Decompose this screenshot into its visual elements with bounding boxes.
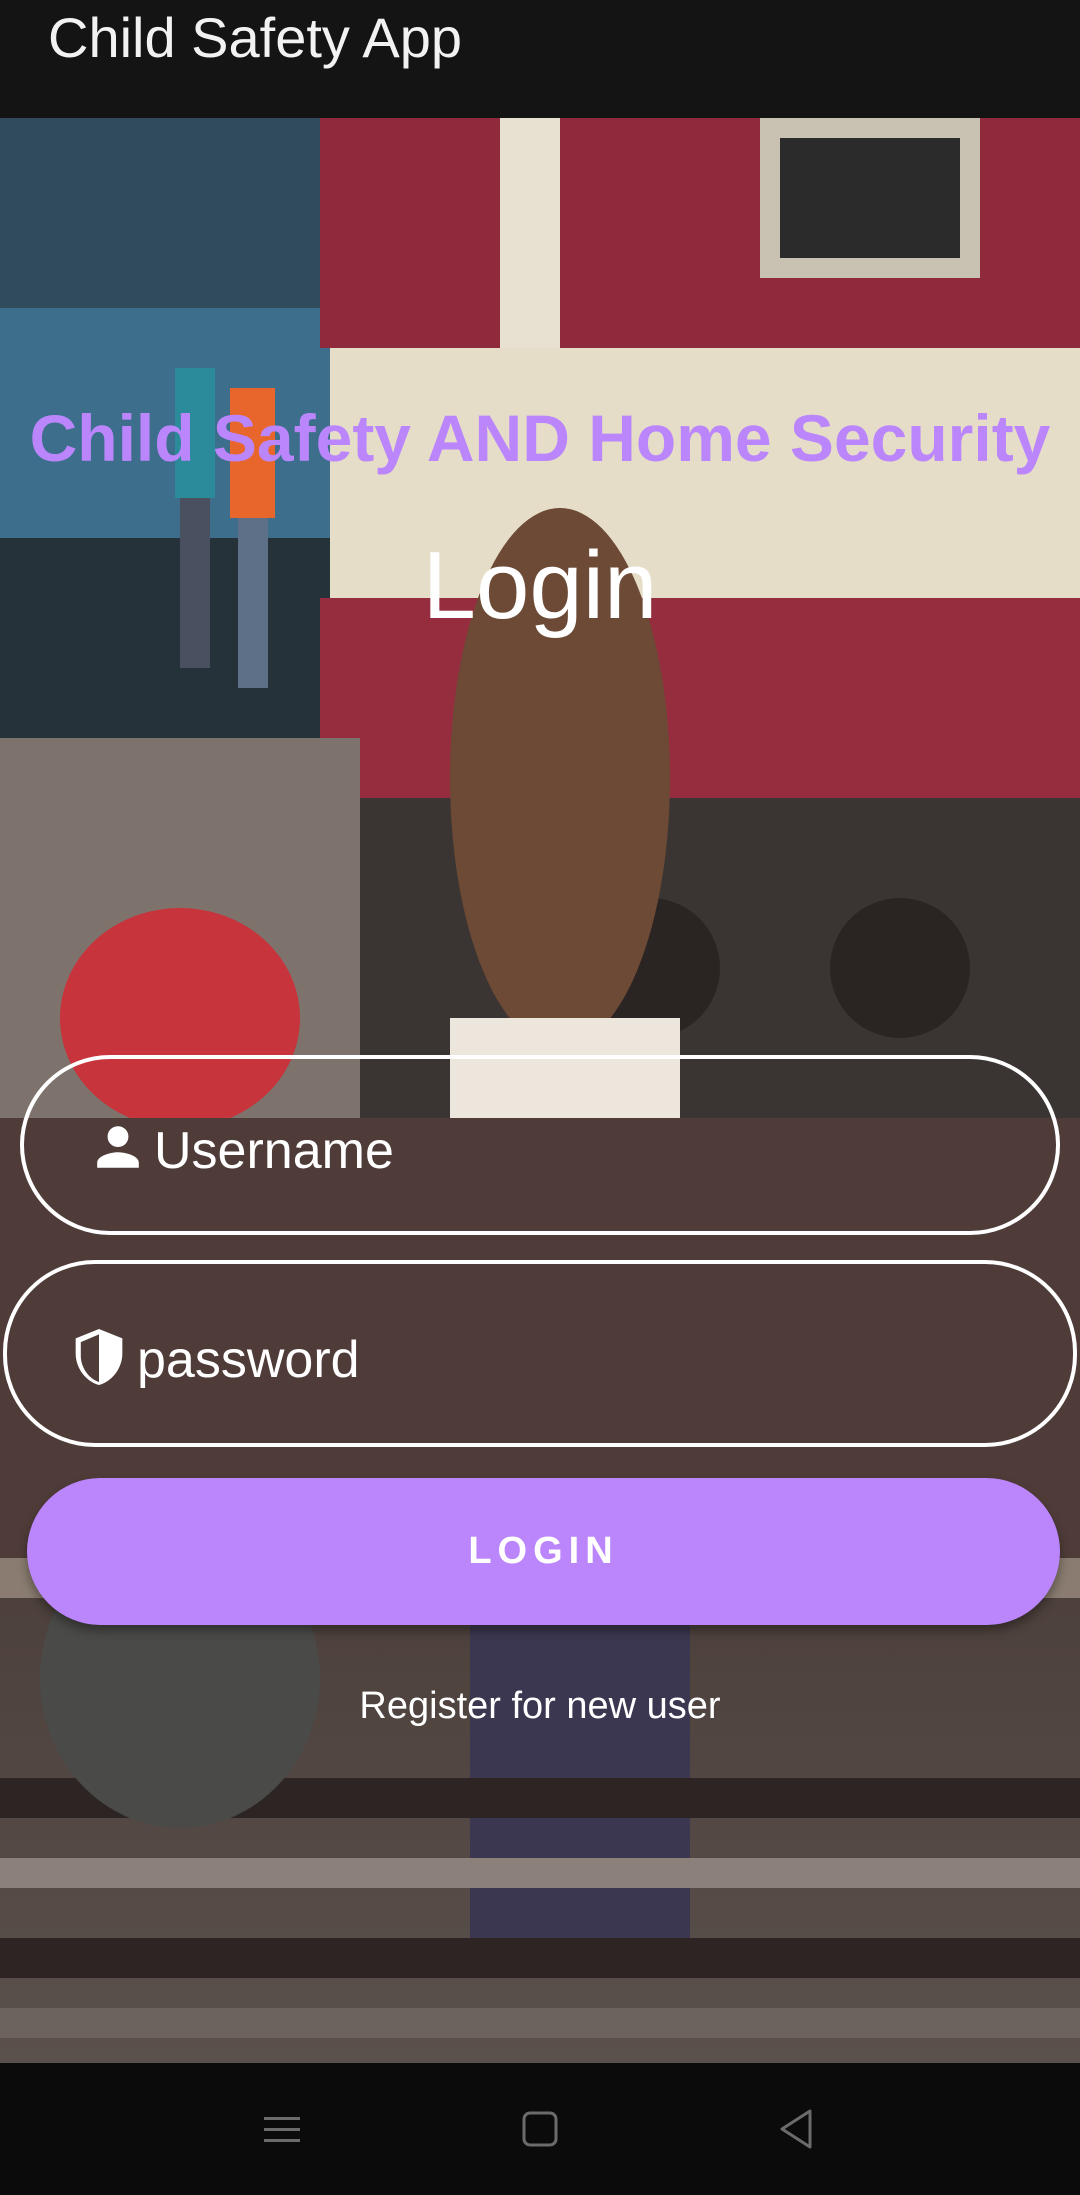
login-title: Login <box>422 532 658 639</box>
username-field[interactable]: Username <box>20 1055 1060 1235</box>
menu-icon[interactable] <box>262 2103 302 2160</box>
home-icon[interactable] <box>520 2103 560 2160</box>
app-bar: Child Safety App <box>0 0 1080 118</box>
login-button[interactable]: LOGIN <box>27 1478 1060 1625</box>
navigation-bar <box>0 2063 1080 2195</box>
back-icon[interactable] <box>776 2103 816 2160</box>
password-field[interactable]: password <box>3 1260 1077 1447</box>
headline: Child Safety AND Home Security <box>29 401 1051 475</box>
password-placeholder: password <box>137 1331 360 1389</box>
register-link[interactable]: Register for new user <box>0 1678 1080 1734</box>
person-icon <box>92 1121 144 1178</box>
shield-icon <box>71 1326 127 1393</box>
app-title: Child Safety App <box>48 6 463 69</box>
username-placeholder: Username <box>154 1122 394 1180</box>
